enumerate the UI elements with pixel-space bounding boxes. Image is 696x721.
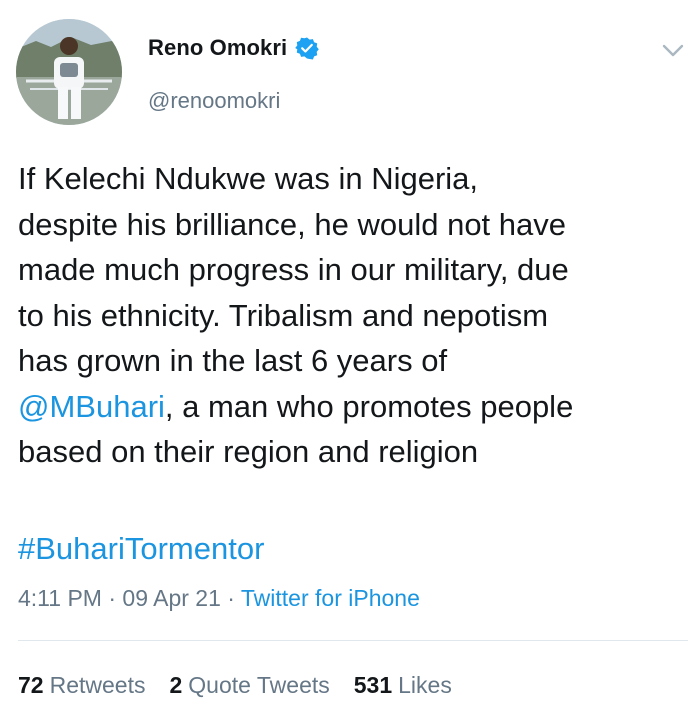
quote-tweets-stat[interactable]: 2 Quote Tweets: [169, 672, 329, 699]
chevron-down-icon[interactable]: [660, 42, 686, 60]
divider: [18, 640, 688, 641]
author-name-row: Reno Omokri: [148, 35, 320, 61]
author-display-name[interactable]: Reno Omokri: [148, 35, 287, 61]
likes-stat[interactable]: 531 Likes: [354, 672, 452, 699]
hashtag-line: #BuhariTormentor: [18, 526, 264, 572]
retweets-count: 72: [18, 672, 44, 698]
retweets-stat[interactable]: 72 Retweets: [18, 672, 145, 699]
likes-label: Likes: [398, 672, 452, 698]
meta-separator: ·: [108, 585, 123, 611]
tweet-text-line: made much progress in our military, due: [18, 252, 569, 287]
tweet-text-line: to his ethnicity. Tribalism and nepotism: [18, 297, 549, 333]
retweets-label: Retweets: [49, 672, 146, 698]
tweet-text-line-with-mention: @MBuhari, a man who promotes people: [18, 384, 688, 430]
author-handle[interactable]: @renoomokri: [148, 88, 280, 114]
tweet-time[interactable]: 4:11 PM: [18, 585, 102, 611]
mention-link[interactable]: @MBuhari: [18, 389, 165, 424]
likes-count: 531: [353, 672, 393, 698]
avatar[interactable]: [16, 19, 122, 125]
tweet-text-line: has grown in the last 6 years of: [18, 343, 448, 378]
tweet-meta: 4:11 PM · 09 Apr 21 · Twitter for iPhone: [18, 585, 420, 612]
verified-badge-icon: [295, 36, 320, 60]
tweet-source-link[interactable]: Twitter for iPhone: [241, 585, 420, 611]
tweet-stats: 72 Retweets 2 Quote Tweets 531 Likes: [18, 672, 452, 699]
tweet-text: If Kelechi Ndukwe was in Nigeria, despit…: [18, 156, 688, 475]
quote-tweets-label: Quote Tweets: [188, 672, 330, 698]
tweet-text-line: If Kelechi Ndukwe was in Nigeria,: [18, 161, 479, 196]
avatar-photo: [16, 19, 122, 125]
tweet-date[interactable]: 09 Apr 21: [122, 585, 220, 611]
meta-separator: ·: [227, 585, 241, 611]
tweet-card: Reno Omokri @renoomokri If Kelechi Ndukw…: [0, 0, 696, 721]
tweet-text-line: despite his brilliance, he would not hav…: [18, 206, 567, 242]
quote-tweets-count: 2: [169, 672, 183, 698]
hashtag-link[interactable]: #BuhariTormentor: [18, 531, 264, 566]
tweet-text-line: based on their region and religion: [18, 434, 479, 469]
tweet-text-fragment: , a man who promotes people: [164, 388, 574, 424]
